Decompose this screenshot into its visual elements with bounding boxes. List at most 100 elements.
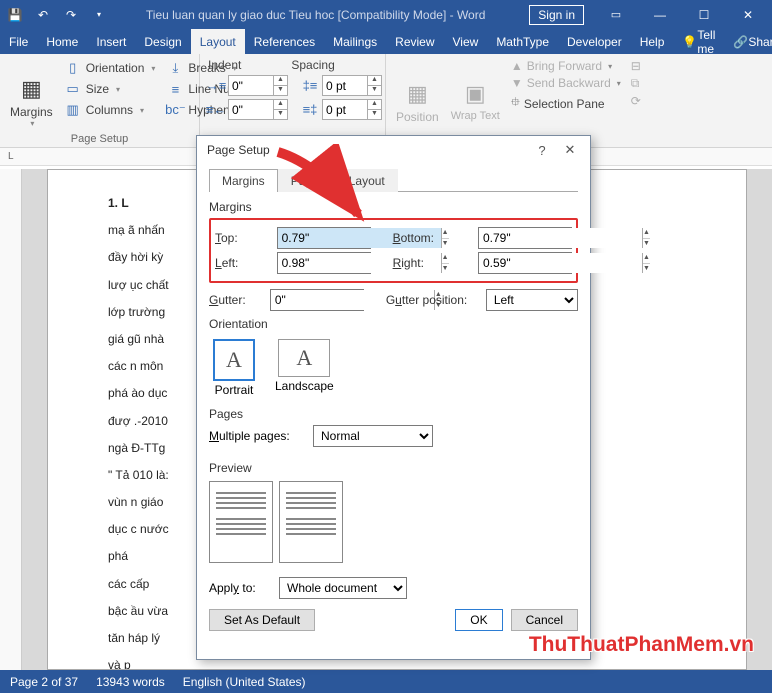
selection-pane-icon: ⯐	[511, 93, 520, 114]
dialog-tabs: Margins Paper Layout	[209, 168, 578, 192]
tab-help[interactable]: Help	[631, 29, 674, 54]
ribbon-tabs: File Home Insert Design Layout Reference…	[0, 29, 772, 54]
status-page[interactable]: Page 2 of 37	[10, 675, 78, 689]
multiple-pages-label: Multiple pages:	[209, 429, 303, 443]
dialog-close-icon[interactable]: ✕	[556, 142, 584, 158]
size-button[interactable]: ▭Size▾	[61, 79, 160, 99]
minimize-icon[interactable]: —	[638, 1, 682, 29]
group-paragraph: Indent Spacing →≡▲▼ ≡←▲▼ ‡≡▲▼ ≡‡▲▼	[200, 54, 386, 147]
preview-box	[209, 481, 578, 563]
group-icon: ⧉	[631, 76, 640, 91]
margins-button[interactable]: ▦ Margins▾	[4, 56, 59, 145]
position-icon: ▦	[401, 78, 433, 110]
section-orientation-label: Orientation	[209, 317, 578, 331]
tab-mailings[interactable]: Mailings	[324, 29, 386, 54]
gutter-label: Gutter:	[209, 293, 264, 307]
preview-page-1	[209, 481, 273, 563]
group-button: ⧉	[628, 75, 644, 92]
tell-me[interactable]: 💡 Tell me	[673, 28, 724, 56]
bottom-label: Bottom:	[393, 231, 472, 245]
margins-icon: ▦	[15, 73, 47, 105]
tab-developer[interactable]: Developer	[558, 29, 631, 54]
hyphenation-icon: bc⁻	[167, 102, 183, 118]
multiple-pages-select[interactable]: Normal	[313, 425, 433, 447]
selection-pane-button[interactable]: ⯐Selection Pane	[508, 92, 624, 115]
tab-file[interactable]: File	[0, 29, 37, 54]
gutter-spinner[interactable]: ▲▼	[270, 289, 364, 311]
dialog-help-icon[interactable]: ?	[528, 143, 556, 158]
apply-to-label: Apply to:	[209, 581, 269, 595]
tell-me-label: Tell me	[697, 28, 715, 56]
orientation-icon: ▯	[65, 60, 81, 76]
orientation-button[interactable]: ▯Orientation▾	[61, 58, 160, 78]
apply-to-select[interactable]: Whole document	[279, 577, 407, 599]
window-title: Tieu luan quan ly giao duc Tieu hoc [Com…	[112, 8, 519, 22]
breaks-icon: ⤓	[167, 60, 183, 76]
portrait-button[interactable]: A Portrait	[209, 335, 259, 401]
dialog-tab-layout[interactable]: Layout	[336, 169, 398, 192]
save-icon[interactable]: 💾	[2, 2, 28, 28]
ribbon-options-icon[interactable]: ▭	[594, 1, 638, 29]
bring-forward-button: ▲Bring Forward▾	[508, 58, 624, 74]
section-pages-label: Pages	[209, 407, 578, 421]
landscape-button[interactable]: A Landscape	[271, 335, 338, 401]
space-after-spinner[interactable]: ▲▼	[322, 99, 382, 120]
ok-button[interactable]: OK	[455, 609, 502, 631]
send-backward-button: ▼Send Backward▾	[508, 75, 624, 91]
align-icon: ⊟	[631, 59, 641, 73]
section-preview-label: Preview	[209, 461, 578, 475]
vertical-ruler	[0, 169, 22, 670]
group-label-page-setup: Page Setup	[0, 133, 199, 145]
top-spinner[interactable]: ▲▼	[277, 227, 371, 249]
share-button[interactable]: 🔗 Share	[724, 35, 772, 49]
left-spinner[interactable]: ▲▼	[277, 252, 371, 274]
tab-references[interactable]: References	[245, 29, 324, 54]
rotate-button: ⟳	[628, 93, 644, 109]
send-backward-icon: ▼	[511, 76, 523, 90]
tab-layout[interactable]: Layout	[191, 29, 245, 54]
close-icon[interactable]: ✕	[726, 1, 770, 29]
redo-icon[interactable]: ↷	[58, 2, 84, 28]
align-button: ⊟	[628, 58, 644, 74]
tab-view[interactable]: View	[444, 29, 488, 54]
portrait-label: Portrait	[215, 383, 254, 397]
gutter-position-select[interactable]: Left	[486, 289, 578, 311]
bottom-spinner[interactable]: ▲▼	[478, 227, 572, 249]
indent-label: Indent	[208, 58, 241, 72]
tab-mathtype[interactable]: MathType	[487, 29, 558, 54]
right-spinner[interactable]: ▲▼	[478, 252, 572, 274]
left-label: Left:	[215, 256, 271, 270]
dialog-tab-paper[interactable]: Paper	[278, 169, 336, 192]
status-language[interactable]: English (United States)	[183, 675, 306, 689]
sign-in-button[interactable]: Sign in	[529, 5, 584, 25]
line-numbers-icon: ≡	[167, 81, 183, 97]
position-button: ▦Position	[390, 56, 445, 145]
tab-review[interactable]: Review	[386, 29, 443, 54]
space-before-spinner[interactable]: ▲▼	[322, 75, 382, 96]
indent-left-spinner[interactable]: ▲▼	[228, 75, 288, 96]
qat-customize-icon[interactable]: ▾	[86, 2, 112, 28]
margins-label: Margins	[10, 105, 53, 119]
dialog-title: Page Setup	[207, 143, 270, 157]
wrap-icon: ▣	[459, 78, 491, 110]
rotate-icon: ⟳	[631, 94, 641, 108]
maximize-icon[interactable]: ☐	[682, 1, 726, 29]
group-arrange: ▦Position ▣Wrap Text ▲Bring Forward▾ ▼Se…	[386, 54, 772, 147]
dialog-tab-margins[interactable]: Margins	[209, 169, 278, 192]
quick-access-toolbar: 💾 ↶ ↷ ▾	[2, 2, 112, 28]
columns-button[interactable]: ▥Columns▾	[61, 100, 160, 120]
indent-right-spinner[interactable]: ▲▼	[228, 99, 288, 120]
status-bar: Page 2 of 37 13943 words English (United…	[0, 670, 772, 693]
margins-highlight-box: Top: ▲▼ Bottom: ▲▼ Left: ▲▼ Right: ▲▼	[209, 218, 578, 283]
tab-insert[interactable]: Insert	[87, 29, 135, 54]
title-bar: 💾 ↶ ↷ ▾ Tieu luan quan ly giao duc Tieu …	[0, 0, 772, 29]
tab-home[interactable]: Home	[37, 29, 87, 54]
cancel-button[interactable]: Cancel	[511, 609, 578, 631]
status-words[interactable]: 13943 words	[96, 675, 165, 689]
gutter-position-label: Gutter position:	[386, 293, 480, 307]
set-default-button[interactable]: Set As Default	[209, 609, 315, 631]
undo-icon[interactable]: ↶	[30, 2, 56, 28]
tab-design[interactable]: Design	[135, 29, 190, 54]
spacing-label: Spacing	[291, 58, 334, 72]
group-page-setup: ▦ Margins▾ ▯Orientation▾ ▭Size▾ ▥Columns…	[0, 54, 200, 147]
